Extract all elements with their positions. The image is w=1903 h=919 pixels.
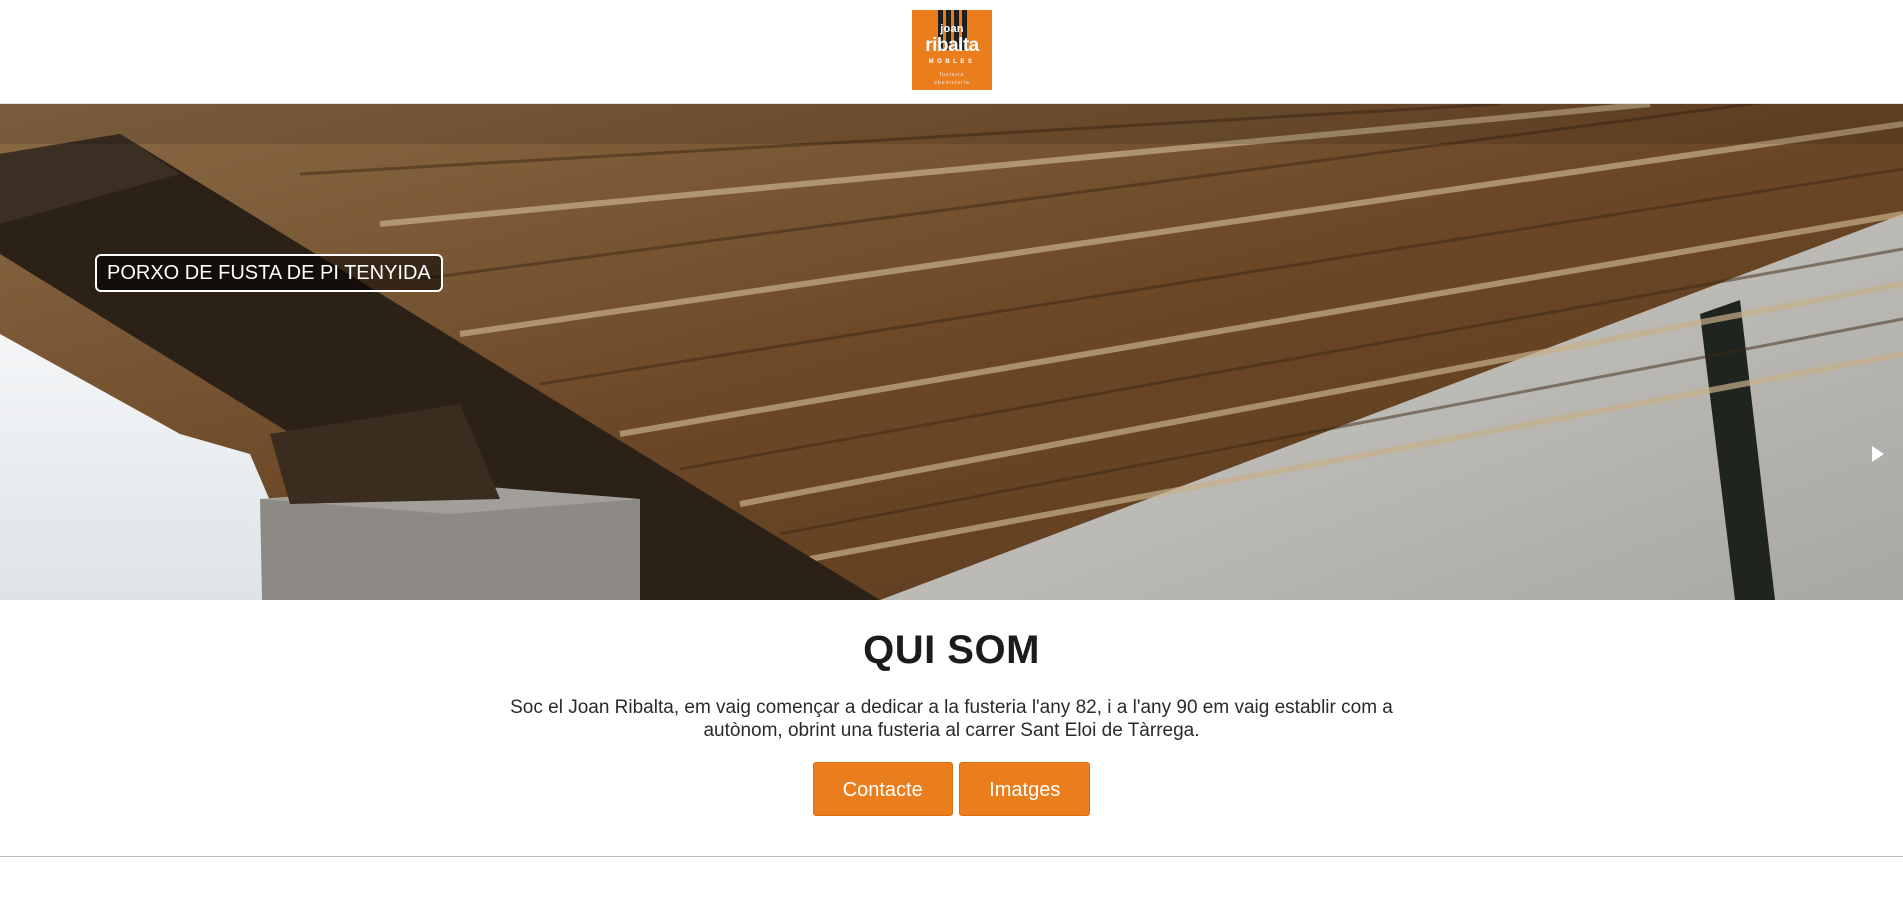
- section-divider: [0, 856, 1903, 857]
- logo-text-ribalta: ribalta: [925, 35, 979, 56]
- logo-text-mobles: MOBLES: [928, 59, 976, 65]
- logo-text-ebenisteria: ebenisteria: [934, 80, 970, 86]
- hero-slider[interactable]: PORXO DE FUSTA DE PI TENYIDA: [0, 104, 1903, 600]
- images-button[interactable]: Imatges: [959, 762, 1091, 816]
- logo-text-joan: joan: [940, 23, 964, 35]
- action-buttons: Contacte Imatges: [0, 762, 1903, 816]
- site-logo[interactable]: joan ribalta MOBLES fusteria ebenisteria: [912, 10, 992, 90]
- next-slide-icon[interactable]: [1866, 442, 1888, 466]
- about-text: Soc el Joan Ribalta, em vaig començar a …: [510, 697, 1393, 741]
- about-section: QUI SOM Soc el Joan Ribalta, em vaig com…: [0, 600, 1903, 856]
- contact-button[interactable]: Contacte: [812, 762, 953, 816]
- section-title: QUI SOM: [863, 628, 1040, 672]
- slide-caption: PORXO DE FUSTA DE PI TENYIDA: [95, 254, 443, 292]
- site-header: joan ribalta MOBLES fusteria ebenisteria: [0, 0, 1903, 104]
- logo-text-fusteria: fusteria: [939, 72, 965, 78]
- hero-image: [0, 104, 1903, 600]
